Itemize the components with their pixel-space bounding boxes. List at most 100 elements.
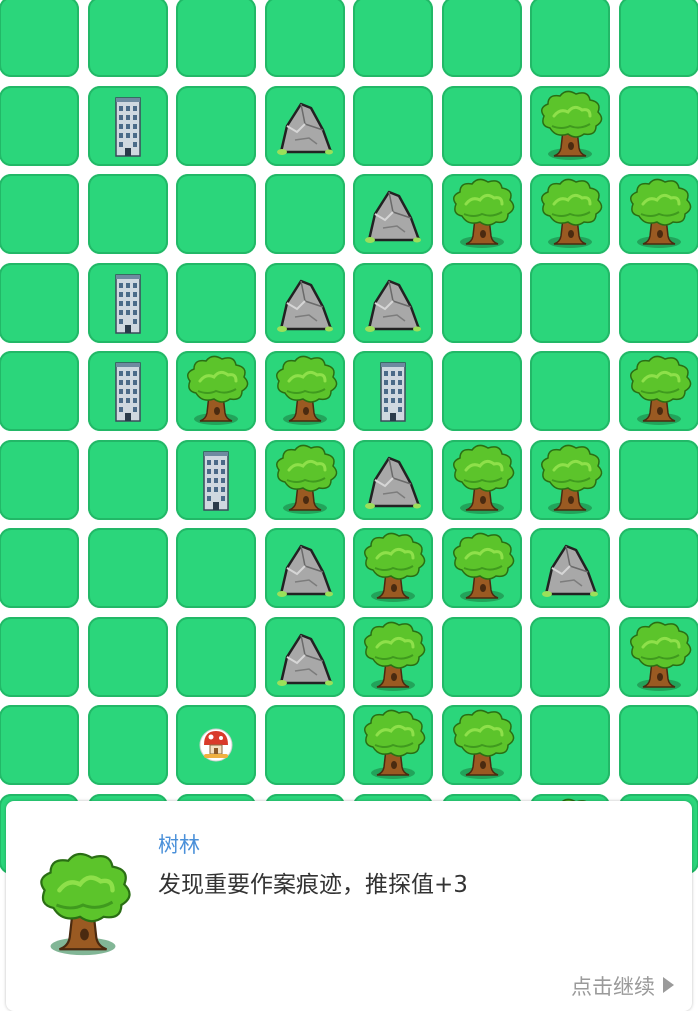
continue-button[interactable]: 点击继续 <box>571 971 674 1001</box>
board-tile-grass[interactable] <box>442 86 522 166</box>
board-tile-grass[interactable] <box>530 0 610 77</box>
board-tile-grass[interactable] <box>442 263 522 343</box>
board-tile-tree[interactable] <box>619 351 698 431</box>
tree-icon <box>265 351 345 431</box>
board-tile-rock[interactable] <box>265 86 345 166</box>
building-icon <box>88 351 168 431</box>
building-icon <box>176 440 256 520</box>
board-tile-grass[interactable] <box>619 705 698 785</box>
board-tile-tree[interactable] <box>530 86 610 166</box>
dialog-title: 树林 <box>158 829 200 859</box>
board-tile-tree[interactable] <box>619 174 698 254</box>
board-tile-grass[interactable] <box>619 263 698 343</box>
board-tile-grass[interactable] <box>530 263 610 343</box>
board-tile-grass[interactable] <box>88 617 168 697</box>
board-tile-grass[interactable] <box>265 705 345 785</box>
board-tile-grass[interactable] <box>619 440 698 520</box>
tree-icon <box>530 440 610 520</box>
tree-icon <box>619 617 698 697</box>
board-tile-player[interactable] <box>176 705 256 785</box>
building-icon <box>88 263 168 343</box>
rock-icon <box>353 263 433 343</box>
tree-icon <box>530 86 610 166</box>
board-tile-rock[interactable] <box>353 440 433 520</box>
board-tile-grass[interactable] <box>442 351 522 431</box>
board-tile-tree[interactable] <box>353 617 433 697</box>
board-tile-tree[interactable] <box>353 705 433 785</box>
continue-label: 点击继续 <box>571 975 655 999</box>
board-tile-rock[interactable] <box>353 174 433 254</box>
dialog-message: 发现重要作案痕迹，推探值+3 <box>158 865 468 899</box>
board-tile-grass[interactable] <box>442 0 522 77</box>
board-tile-grass[interactable] <box>619 86 698 166</box>
board-tile-grass[interactable] <box>0 174 79 254</box>
board-tile-tree[interactable] <box>530 174 610 254</box>
board-tile-grass[interactable] <box>0 86 79 166</box>
board-tile-grass[interactable] <box>0 0 79 77</box>
board-tile-tree[interactable] <box>265 351 345 431</box>
board-tile-grass[interactable] <box>0 351 79 431</box>
board-tile-grass[interactable] <box>0 263 79 343</box>
board-tile-grass[interactable] <box>176 174 256 254</box>
board-tile-tree[interactable] <box>442 174 522 254</box>
board-tile-grass[interactable] <box>530 351 610 431</box>
rock-icon <box>530 528 610 608</box>
event-dialog[interactable]: 树林 发现重要作案痕迹，推探值+3 点击继续 <box>6 801 692 1011</box>
board-tile-grass[interactable] <box>442 617 522 697</box>
board-tile-grass[interactable] <box>0 528 79 608</box>
board-tile-grass[interactable] <box>619 528 698 608</box>
tree-icon <box>442 705 522 785</box>
board-tile-rock[interactable] <box>353 263 433 343</box>
board-tile-rock[interactable] <box>265 617 345 697</box>
board-tile-grass[interactable] <box>0 705 79 785</box>
building-icon <box>353 351 433 431</box>
rock-icon <box>265 263 345 343</box>
board-tile-grass[interactable] <box>176 528 256 608</box>
board-tile-building[interactable] <box>88 351 168 431</box>
board-tile-grass[interactable] <box>88 0 168 77</box>
board-tile-tree[interactable] <box>442 705 522 785</box>
board-tile-rock[interactable] <box>265 263 345 343</box>
board-tile-tree[interactable] <box>619 617 698 697</box>
board-tile-building[interactable] <box>176 440 256 520</box>
board-tile-grass[interactable] <box>265 0 345 77</box>
board-tile-grass[interactable] <box>88 174 168 254</box>
board-tile-building[interactable] <box>353 351 433 431</box>
board-tile-grass[interactable] <box>0 617 79 697</box>
board-tile-rock[interactable] <box>265 528 345 608</box>
player-icon <box>176 705 256 785</box>
board-tile-grass[interactable] <box>0 440 79 520</box>
board-tile-grass[interactable] <box>88 705 168 785</box>
board-tile-grass[interactable] <box>353 86 433 166</box>
board-tile-building[interactable] <box>88 263 168 343</box>
tree-icon <box>619 351 698 431</box>
board-tile-grass[interactable] <box>176 263 256 343</box>
board-tile-tree[interactable] <box>530 440 610 520</box>
board-tile-grass[interactable] <box>530 705 610 785</box>
board-tile-grass[interactable] <box>88 528 168 608</box>
board-tile-grass[interactable] <box>176 86 256 166</box>
play-arrow-icon <box>663 977 674 993</box>
board-tile-grass[interactable] <box>176 0 256 77</box>
board-tile-grass[interactable] <box>619 0 698 77</box>
tree-icon <box>353 705 433 785</box>
tree-icon <box>353 528 433 608</box>
board-tile-tree[interactable] <box>176 351 256 431</box>
board-tile-rock[interactable] <box>530 528 610 608</box>
board-tile-tree[interactable] <box>353 528 433 608</box>
board-tile-grass[interactable] <box>88 440 168 520</box>
tree-icon <box>442 440 522 520</box>
board-tile-grass[interactable] <box>530 617 610 697</box>
board-tile-grass[interactable] <box>265 174 345 254</box>
board-tile-tree[interactable] <box>442 528 522 608</box>
tree-icon <box>442 528 522 608</box>
tree-icon <box>24 841 142 969</box>
board-tile-tree[interactable] <box>442 440 522 520</box>
tree-icon <box>530 174 610 254</box>
tree-icon <box>442 174 522 254</box>
board-tile-building[interactable] <box>88 86 168 166</box>
board-tile-tree[interactable] <box>265 440 345 520</box>
board-tile-grass[interactable] <box>176 617 256 697</box>
board-tile-grass[interactable] <box>353 0 433 77</box>
rock-icon <box>353 440 433 520</box>
